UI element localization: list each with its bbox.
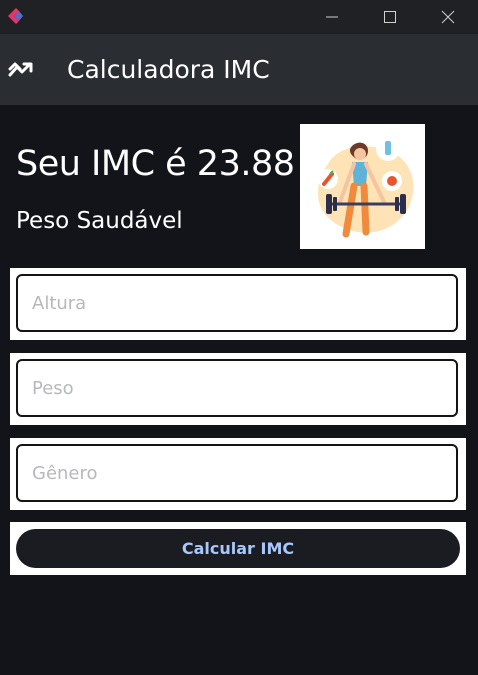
- weightlifting-woman-icon: [318, 137, 414, 238]
- height-input[interactable]: [18, 276, 456, 330]
- close-icon: [441, 10, 455, 24]
- height-field-container: [10, 268, 466, 340]
- weight-field[interactable]: [16, 359, 458, 417]
- bmi-result-text: Seu IMC é 23.88: [16, 144, 295, 184]
- trending-icon: [8, 62, 33, 77]
- app-logo-icon: [8, 8, 23, 24]
- calculate-button-container: Calcular IMC: [10, 522, 466, 575]
- weight-input[interactable]: [18, 361, 456, 415]
- maximize-icon: [384, 11, 396, 23]
- minimize-icon: [326, 16, 338, 18]
- height-field[interactable]: [16, 274, 458, 332]
- minimize-button[interactable]: [306, 0, 358, 34]
- gender-field[interactable]: [16, 444, 458, 502]
- close-button[interactable]: [422, 0, 474, 34]
- weight-field-container: [10, 353, 466, 425]
- gender-input[interactable]: [18, 446, 456, 500]
- app-bar: Calculadora IMC: [0, 34, 478, 105]
- fitness-illustration: [300, 124, 425, 249]
- maximize-button[interactable]: [364, 0, 416, 34]
- bmi-status-text: Peso Saudável: [16, 208, 183, 234]
- gender-field-container: [10, 438, 466, 510]
- window-titlebar: [0, 0, 478, 34]
- calculate-bmi-button[interactable]: Calcular IMC: [16, 529, 460, 568]
- app-title: Calculadora IMC: [67, 55, 270, 84]
